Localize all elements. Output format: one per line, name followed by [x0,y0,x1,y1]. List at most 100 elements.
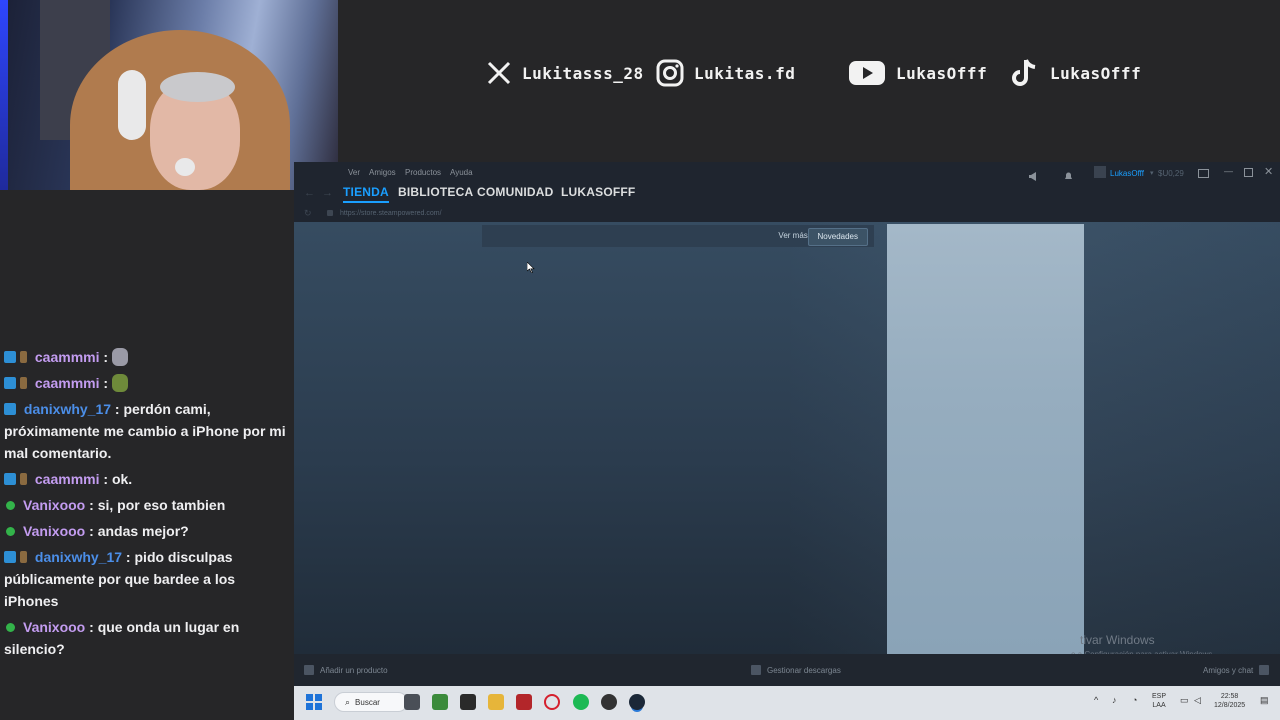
chat-username[interactable]: danixwhy_17 [35,549,122,565]
store-content: Ver más: Novedades tivar Windows e a Con… [294,222,1280,659]
download-icon [751,665,761,675]
check-badge-icon [6,623,15,632]
activation-watermark-title: tivar Windows [1080,633,1155,647]
add-product-button[interactable]: Añadir un producto [304,665,388,675]
bits-badge-icon [20,473,27,485]
check-badge-icon [6,527,15,536]
windows-start-icon[interactable] [306,694,322,710]
search-icon: ⌕ [345,696,351,707]
chat-message: caammmi : ok. [0,468,292,490]
chat-message: danixwhy_17 : perdón cami, próximamente … [4,401,286,461]
minimize-icon[interactable]: — [1224,166,1233,176]
app-icon[interactable] [601,694,617,710]
clock[interactable]: 22:58 12/8/2025 [1214,692,1245,710]
bits-badge-icon [20,377,27,389]
steam-icon[interactable] [629,694,645,710]
taskbar-search[interactable]: ⌕ Buscar [334,692,408,712]
chat-message: caammmi : [0,346,292,368]
plus-icon [304,665,314,675]
social-youtube: LukasOfff [848,56,987,90]
chat-message: Vanixooo : si, por eso tambien [0,494,292,516]
avatar[interactable] [1094,166,1106,178]
network-icon[interactable]: ◔ [1132,696,1137,705]
forward-arrow-icon[interactable]: → [322,187,333,199]
tab-biblioteca[interactable]: BIBLIOTECA [398,185,473,199]
url-bar[interactable]: https://store.steampowered.com/ [340,210,442,217]
mod-badge-icon [4,551,16,563]
chat-message: Vanixooo : que onda un lugar en silencio… [4,619,240,657]
maximize-icon[interactable] [1244,168,1253,177]
big-picture-icon[interactable] [1198,169,1209,178]
social-x: Lukitasss_28 [486,56,644,90]
lock-icon [327,210,333,216]
lang-bottom: LAA [1152,702,1166,709]
display-icon[interactable]: ▭ [1180,696,1189,705]
minecraft-icon[interactable] [432,694,448,710]
new-releases-button[interactable]: Novedades [807,228,868,246]
see-more-bar: Ver más: Novedades [482,225,874,247]
windows-taskbar: ⌕ Buscar ^ ♪ ◔ ESP LAA ▭ ◁ 22:58 12/8/20… [294,686,1280,720]
bits-badge-icon [20,551,27,563]
steam-titlebar: Ver Amigos Productos Ayuda LukasOfff ▾ $… [294,162,1280,184]
chat-username[interactable]: caammmi [35,471,100,487]
account-name[interactable]: LukasOfff [1110,169,1144,178]
chat-username[interactable]: Vanixooo [23,523,85,539]
chevron-up-icon[interactable]: ^ [1094,696,1098,705]
chat-message: Vanixooo : andas mejor? [0,520,292,542]
chat-username[interactable]: Vanixooo [23,619,85,635]
language-indicator[interactable]: ESP LAA [1152,692,1166,710]
reload-icon[interactable]: ↻ [304,208,312,219]
notification-icon[interactable]: ▤ [1260,696,1269,705]
manage-downloads-button[interactable]: Gestionar descargas [751,665,841,675]
chat-text: andas mejor? [97,523,189,539]
megaphone-icon[interactable] [1028,168,1038,181]
chat-text: ok. [111,471,133,487]
x-handle: Lukitasss_28 [522,63,644,83]
close-icon[interactable]: ✕ [1264,165,1273,178]
chat-username[interactable]: caammmi [35,375,100,391]
chat-username[interactable]: danixwhy_17 [24,401,111,417]
menu-amigos[interactable]: Amigos [369,168,396,177]
x-logo-icon [486,60,512,86]
youtube-handle: LukasOfff [896,63,988,83]
opera-icon[interactable] [544,694,560,710]
youtube-icon [848,59,886,87]
bell-icon[interactable] [1064,168,1073,179]
tab-comunidad[interactable]: COMUNIDAD [477,185,553,199]
search-label: Buscar [355,697,380,707]
steam-window: Ver Amigos Productos Ayuda LukasOfff ▾ $… [294,162,1280,686]
menu-productos[interactable]: Productos [405,168,441,177]
chat-username[interactable]: caammmi [35,349,100,365]
chat-text: si, por eso tambien [97,497,226,513]
file-explorer-icon[interactable] [488,694,504,710]
webcam-feed [0,0,338,190]
store-side-panel[interactable] [887,224,1084,654]
bits-badge-icon [20,351,27,363]
volume-icon[interactable]: ◁ [1194,696,1201,705]
mod-badge-icon [4,377,16,389]
chat-username[interactable]: Vanixooo [23,497,85,513]
chat-icon [1259,665,1270,675]
tab-lukasofff[interactable]: LUKASOFFF [561,185,635,199]
tiktok-icon [1010,57,1040,89]
check-badge-icon [6,501,15,510]
chevron-down-icon[interactable]: ▾ [1150,169,1154,177]
add-product-label: Añadir un producto [320,665,388,675]
menu-ver[interactable]: Ver [348,168,360,177]
mod-badge-icon [4,473,16,485]
wallet-balance: $U0,29 [1158,169,1184,178]
social-instagram: Lukitas.fd [656,56,795,90]
microphone-icon[interactable]: ♪ [1112,696,1117,705]
menu-ayuda[interactable]: Ayuda [450,168,473,177]
app-icon[interactable] [460,694,476,710]
emote-icon [111,374,128,392]
instagram-icon [656,59,684,87]
friends-chat-button[interactable]: Amigos y chat [1203,665,1270,675]
app-icon[interactable] [516,694,532,710]
stream-chat: caammmi : caammmi : danixwhy_17 : perdón… [0,346,292,664]
tab-tienda[interactable]: TIENDA [343,185,389,203]
back-arrow-icon[interactable]: ← [304,187,315,199]
social-tiktok: LukasOfff [1010,56,1141,90]
task-view-icon[interactable] [404,694,420,710]
spotify-icon[interactable] [573,694,589,710]
